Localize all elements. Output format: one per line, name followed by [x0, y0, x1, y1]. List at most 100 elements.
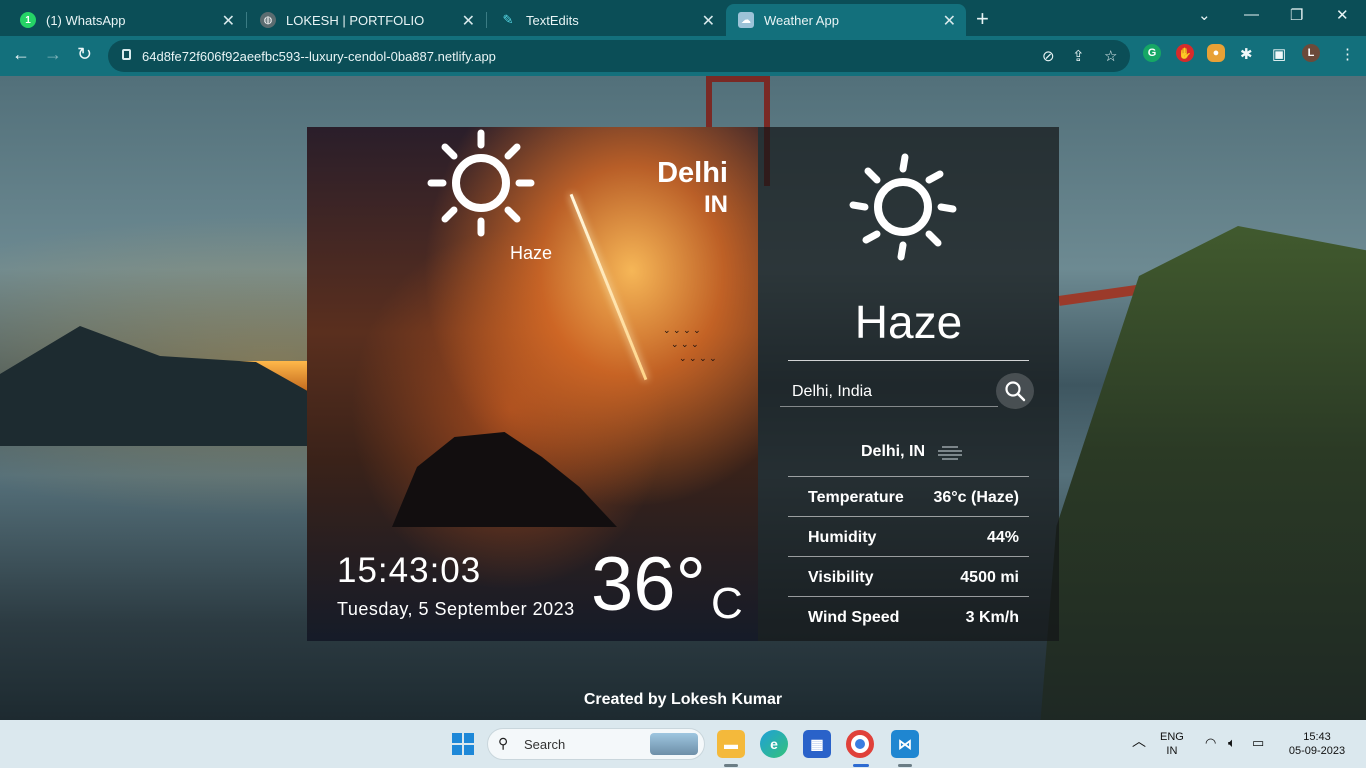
detail-row-wind-speed: Wind Speed 3 Km/h: [788, 596, 1029, 636]
detail-value: 44%: [986, 529, 1019, 546]
url-text[interactable]: 64d8fe72f606f92aeefbc593--luxury-cendol-…: [142, 49, 496, 64]
taskbar-search-box[interactable]: ⚲ Search: [487, 728, 705, 760]
bird-decoration: ⌄ ⌄ ⌄ ⌄: [663, 325, 701, 335]
chrome-icon[interactable]: [846, 730, 874, 758]
profile-avatar[interactable]: L: [1302, 44, 1320, 62]
language-code: ENG: [1160, 731, 1184, 743]
grammarly-icon[interactable]: G: [1143, 44, 1161, 62]
close-tab-icon[interactable]: ✕: [702, 11, 715, 31]
running-indicator: [724, 764, 738, 767]
haze-icon: [938, 446, 962, 460]
divider: [788, 360, 1029, 361]
detail-value: 4500 mi: [960, 569, 1019, 586]
browser-tab-strip: 1 (1) WhatsApp ✕ ◍ LOKESH | PORTFOLIO ✕ …: [0, 0, 1366, 36]
current-date: Tuesday, 5 September 2023: [337, 599, 575, 619]
tab-whatsapp[interactable]: 1 (1) WhatsApp ✕: [8, 4, 245, 36]
share-icon[interactable]: ⇪: [1072, 47, 1085, 65]
forward-icon[interactable]: →: [44, 44, 62, 65]
island-silhouette: [392, 432, 617, 527]
weather-app-icon: ☁: [738, 12, 754, 28]
background-mountain: [0, 326, 320, 446]
weather-right-panel: Haze Delhi, IN Temperature: [758, 127, 1059, 641]
restore-icon[interactable]: ❐: [1290, 6, 1303, 24]
lightning-decoration: [569, 193, 648, 381]
close-tab-icon[interactable]: ✕: [943, 11, 956, 31]
language-indicator[interactable]: ENG IN: [1160, 730, 1184, 758]
weather-card: ⌄ ⌄ ⌄ ⌄ ⌄ ⌄ ⌄ ⌄ ⌄ ⌄ ⌄ Haze Delhi IN 15:4…: [307, 127, 1059, 641]
detail-label: Visibility: [808, 569, 874, 586]
pen-icon: ✎: [502, 12, 514, 27]
search-highlight-image: [650, 733, 698, 755]
region-code: IN: [1166, 745, 1178, 757]
browser-menu-icon[interactable]: ⋮: [1340, 45, 1355, 63]
file-explorer-icon[interactable]: ▬: [717, 730, 745, 758]
tab-weather-app[interactable]: ☁ Weather App ✕: [726, 4, 966, 36]
city-search-input[interactable]: [780, 377, 998, 407]
extension-red-icon[interactable]: ✋: [1176, 44, 1194, 62]
tab-title: Weather App: [764, 12, 839, 28]
bird-decoration: ⌄ ⌄ ⌄ ⌄: [679, 353, 717, 363]
footer-credit: Created by Lokesh Kumar: [583, 691, 783, 708]
detail-label: Humidity: [808, 529, 877, 546]
extension-orange-icon[interactable]: ●: [1207, 44, 1225, 62]
close-window-icon[interactable]: ✕: [1336, 6, 1349, 24]
clock-date: 05-09-2023: [1288, 745, 1346, 757]
address-bar[interactable]: 64d8fe72f606f92aeefbc593--luxury-cendol-…: [108, 40, 1130, 72]
page-background: ⌄ ⌄ ⌄ ⌄ ⌄ ⌄ ⌄ ⌄ ⌄ ⌄ ⌄ Haze Delhi IN 15:4…: [0, 76, 1366, 720]
browser-toolbar: ← → ↻ 64d8fe72f606f92aeefbc593--luxury-c…: [0, 36, 1366, 76]
volume-icon[interactable]: 🔈︎: [1228, 736, 1236, 750]
edge-browser-icon[interactable]: e: [760, 730, 788, 758]
search-icon: [1005, 381, 1026, 402]
clock-time: 15:43: [1303, 731, 1331, 743]
temperature-unit: C: [711, 579, 743, 628]
microsoft-store-icon[interactable]: ▦: [803, 730, 831, 758]
back-icon[interactable]: ←: [12, 44, 30, 65]
search-icon: ⚲: [498, 735, 509, 751]
detail-row-humidity: Humidity 44%: [788, 516, 1029, 556]
weather-left-panel: ⌄ ⌄ ⌄ ⌄ ⌄ ⌄ ⌄ ⌄ ⌄ ⌄ ⌄ Haze Delhi IN 15:4…: [307, 127, 758, 641]
tab-portfolio[interactable]: ◍ LOKESH | PORTFOLIO ✕: [248, 4, 485, 36]
bookmark-star-icon[interactable]: ☆: [1104, 47, 1117, 65]
windows-logo-icon: [452, 733, 474, 755]
running-indicator: [898, 764, 912, 767]
close-tab-icon[interactable]: ✕: [222, 11, 235, 31]
location-blocked-icon[interactable]: ⊘: [1042, 47, 1055, 65]
globe-icon: ◍: [260, 12, 276, 28]
minimize-icon[interactable]: —: [1244, 6, 1259, 23]
tab-search-icon[interactable]: ⌄: [1198, 6, 1211, 24]
side-panel-icon[interactable]: ▣: [1272, 45, 1286, 63]
tab-textedits[interactable]: ✎ TextEdits ✕: [488, 4, 725, 36]
tab-separator: [246, 12, 247, 28]
windows-start-icon[interactable]: [449, 730, 477, 758]
detail-label: Temperature: [808, 489, 904, 506]
windows-taskbar: ⚲ Search ▬ e ▦ ⋈ ︿ ENG IN ◠ 🔈︎ ▭ 15:43 0…: [0, 720, 1366, 768]
search-button[interactable]: [996, 373, 1034, 409]
extensions-puzzle-icon[interactable]: ✱: [1240, 45, 1253, 63]
wifi-icon[interactable]: ◠: [1205, 736, 1216, 750]
detail-row-visibility: Visibility 4500 mi: [788, 556, 1029, 596]
lock-icon: [122, 49, 131, 60]
tab-title: (1) WhatsApp: [46, 12, 126, 28]
show-hidden-icons[interactable]: ︿: [1132, 734, 1146, 748]
detail-label: Wind Speed: [808, 609, 900, 626]
taskbar-search-placeholder: Search: [524, 737, 566, 752]
location-label: Delhi, IN: [861, 443, 926, 460]
whatsapp-icon: 1: [20, 12, 36, 28]
tab-title: LOKESH | PORTFOLIO: [286, 12, 425, 28]
reload-icon[interactable]: ↻: [77, 44, 92, 65]
detail-value: 3 Km/h: [965, 609, 1019, 626]
new-tab-icon[interactable]: +: [976, 6, 989, 32]
system-clock[interactable]: 15:43 05-09-2023: [1283, 730, 1351, 758]
detail-value: 36°c (Haze): [933, 489, 1019, 506]
tab-title: TextEdits: [526, 12, 579, 28]
close-tab-icon[interactable]: ✕: [462, 11, 475, 31]
battery-icon[interactable]: ▭: [1252, 736, 1264, 750]
running-indicator: [853, 764, 869, 767]
weather-condition-small: Haze: [510, 243, 553, 263]
tab-separator: [486, 12, 487, 28]
temperature-value: 36°: [591, 542, 706, 627]
vscode-icon[interactable]: ⋈: [891, 730, 919, 758]
sun-icon: [427, 129, 535, 237]
country-code: IN: [704, 191, 728, 218]
sun-icon: [849, 153, 957, 261]
